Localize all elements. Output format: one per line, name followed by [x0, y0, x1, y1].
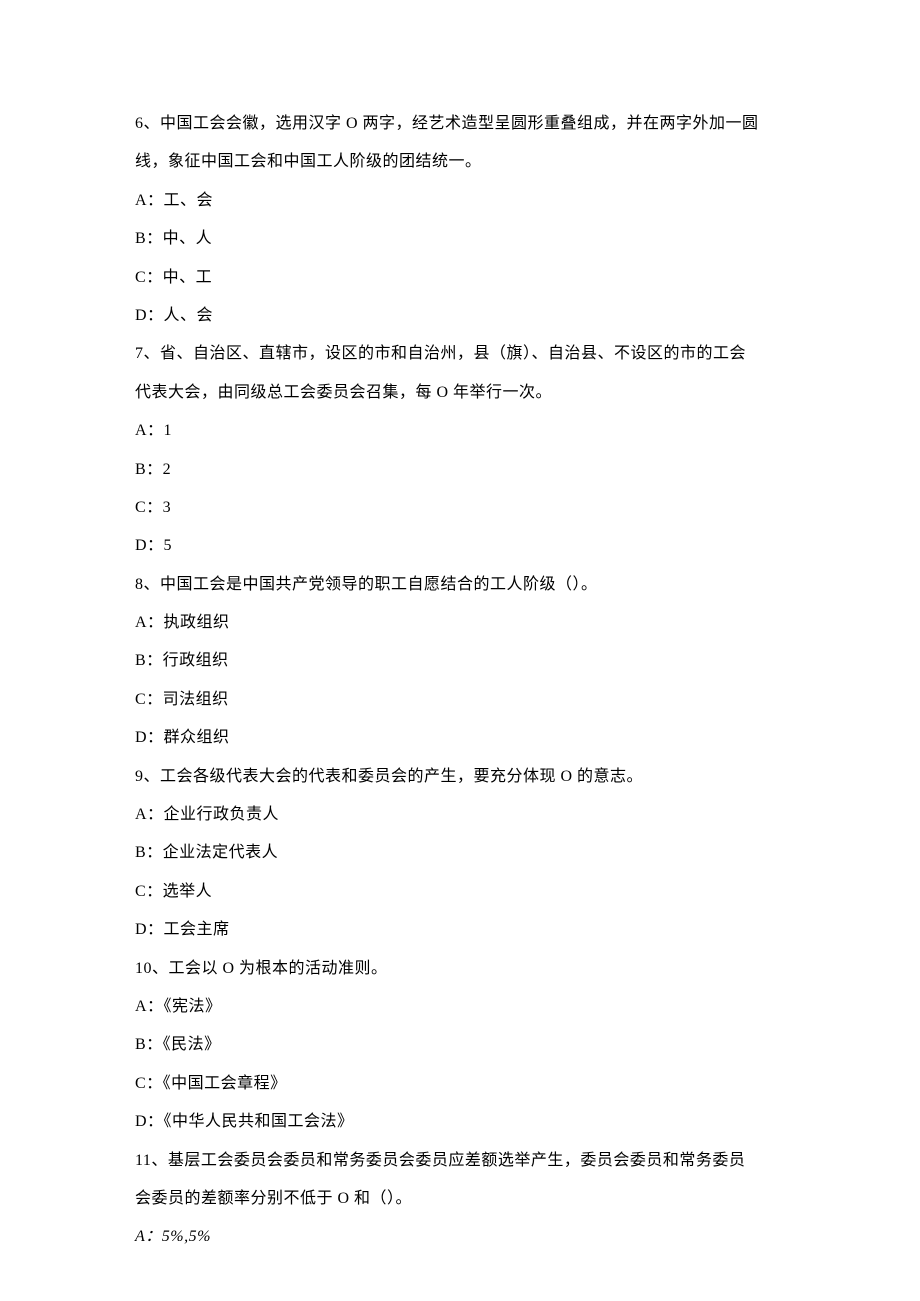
question-option: C：《中国工会章程》 [135, 1065, 785, 1103]
question-option: B：行政组织 [135, 642, 785, 680]
question-option: B：企业法定代表人 [135, 834, 785, 872]
question-option: D：群众组织 [135, 719, 785, 757]
question-option: A：执政组织 [135, 604, 785, 642]
question-stem-line: 8、中国工会是中国共产党领导的职工自愿结合的工人阶级（）。 [135, 566, 785, 604]
question-option: C：选举人 [135, 873, 785, 911]
question-option: B：《民法》 [135, 1026, 785, 1064]
question-stem-line: 9、工会各级代表大会的代表和委员会的产生，要充分体现 O 的意志。 [135, 758, 785, 796]
question-option: A：1 [135, 412, 785, 450]
question-stem-line: 11、基层工会委员会委员和常务委员会委员应差额选举产生，委员会委员和常务委员 [135, 1142, 785, 1180]
question-option: A：《宪法》 [135, 988, 785, 1026]
question-option: A：企业行政负责人 [135, 796, 785, 834]
question-stem-line: 代表大会，由同级总工会委员会召集，每 O 年举行一次。 [135, 374, 785, 412]
question-option: C：中、工 [135, 259, 785, 297]
question-option: A：工、会 [135, 182, 785, 220]
question-stem-line: 6、中国工会会徽，选用汉字 O 两字，经艺术造型呈圆形重叠组成，并在两字外加一圆 [135, 105, 785, 143]
question-option: D：《中华人民共和国工会法》 [135, 1103, 785, 1141]
document-body: 6、中国工会会徽，选用汉字 O 两字，经艺术造型呈圆形重叠组成，并在两字外加一圆… [135, 105, 785, 1257]
question-option: D：工会主席 [135, 911, 785, 949]
question-option: D：5 [135, 527, 785, 565]
question-option: A：5%,5% [135, 1218, 785, 1256]
question-stem-line: 10、工会以 O 为根本的活动准则。 [135, 950, 785, 988]
question-stem-line: 7、省、自治区、直辖市，设区的市和自治州，县（旗）、自治县、不设区的市的工会 [135, 335, 785, 373]
question-option: C：司法组织 [135, 681, 785, 719]
question-option: B：中、人 [135, 220, 785, 258]
question-option: C：3 [135, 489, 785, 527]
question-stem-line: 会委员的差额率分别不低于 O 和（）。 [135, 1180, 785, 1218]
question-option: B：2 [135, 451, 785, 489]
question-stem-line: 线，象征中国工会和中国工人阶级的团结统一。 [135, 143, 785, 181]
question-option: D：人、会 [135, 297, 785, 335]
